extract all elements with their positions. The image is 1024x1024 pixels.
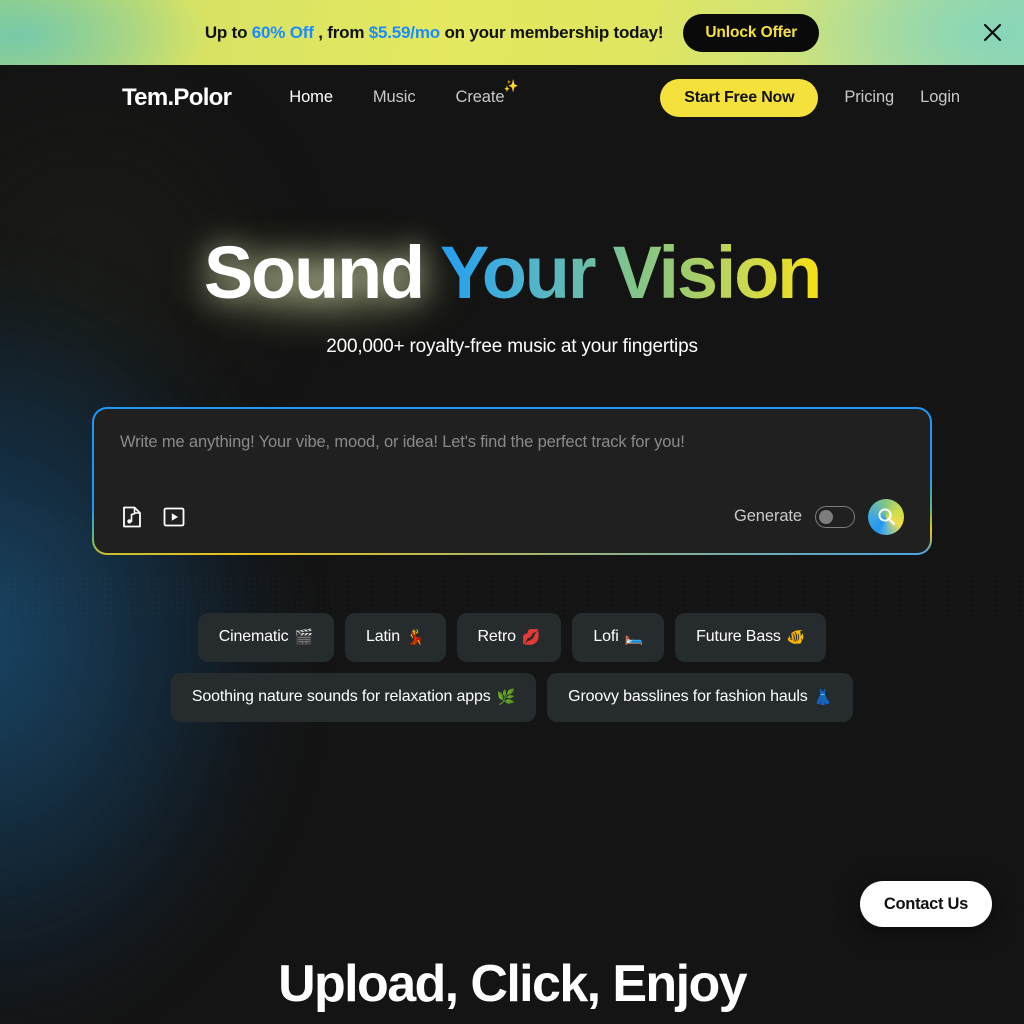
promo-suffix: on your membership today! <box>439 22 664 42</box>
chip-label: Retro <box>477 628 517 646</box>
nav-links: Home Music Create ✨ <box>289 80 519 107</box>
decorative-dot-pattern <box>0 575 1024 615</box>
dancer-icon: 💃 <box>405 628 425 646</box>
music-file-icon[interactable] <box>120 505 144 529</box>
search-input[interactable] <box>120 432 904 452</box>
search-actions: Generate <box>734 498 904 535</box>
landing-page: Up to 60% Off , from $5.59/mo on your me… <box>0 0 1024 1024</box>
chip-label: Latin <box>366 628 400 646</box>
suggestion-chip-row-1: Cinematic 🎬 Latin 💃 Retro 💋 Lofi 🛏️ Futu… <box>0 612 1024 662</box>
chip-label: Future Bass <box>696 628 781 646</box>
chip-groovy-basslines[interactable]: Groovy basslines for fashion hauls 👗 <box>547 672 854 722</box>
hero-title-white: Sound <box>203 231 425 314</box>
search-panel-inner: Generate <box>94 408 930 553</box>
nav-item-home[interactable]: Home <box>289 88 333 107</box>
hero-section: Sound Your Vision 200,000+ royalty-free … <box>0 234 1024 358</box>
chip-label: Lofi <box>593 628 619 646</box>
chip-retro[interactable]: Retro 💋 <box>456 612 562 662</box>
next-section: Upload, Click, Enjoy <box>0 955 1024 1013</box>
page-title: Sound Your Vision <box>203 231 823 314</box>
suggestion-chip-row-2: Soothing nature sounds for relaxation ap… <box>0 672 1024 722</box>
nav-item-create[interactable]: Create ✨ <box>455 80 519 107</box>
sparkles-icon: ✨ <box>503 79 519 93</box>
nav-item-home-label: Home <box>289 88 333 106</box>
promo-discount: 60% Off <box>251 22 314 42</box>
contact-us-button[interactable]: Contact Us <box>859 881 992 927</box>
nav-item-login[interactable]: Login <box>920 88 960 107</box>
chip-future-bass[interactable]: Future Bass 🐠 <box>675 612 827 662</box>
generate-toggle-knob <box>819 509 833 524</box>
nav-item-music[interactable]: Music <box>373 88 416 107</box>
search-toolbar: Generate <box>120 498 904 535</box>
kiss-mark-icon: 💋 <box>521 628 541 646</box>
promo-price: $5.59/mo <box>368 22 440 42</box>
nav-actions: Start Free Now Pricing Login <box>660 78 960 117</box>
chip-latin[interactable]: Latin 💃 <box>345 612 446 662</box>
unlock-offer-button[interactable]: Unlock Offer <box>683 13 820 52</box>
next-section-title: Upload, Click, Enjoy <box>278 955 747 1013</box>
promo-prefix: Up to <box>204 22 252 42</box>
dress-icon: 👗 <box>813 688 833 706</box>
search-panel: Generate <box>92 406 932 555</box>
tropical-fish-icon: 🐠 <box>786 628 806 646</box>
nav-item-pricing[interactable]: Pricing <box>844 88 894 107</box>
chip-label: Groovy basslines for fashion hauls <box>568 688 808 706</box>
hero-title-gradient: Your Vision <box>423 231 822 314</box>
video-file-icon[interactable] <box>162 505 186 529</box>
chip-label: Soothing nature sounds for relaxation ap… <box>191 688 491 706</box>
clapper-board-icon: 🎬 <box>294 628 314 646</box>
main-navigation: Tem.Polor Home Music Create ✨ Start Free… <box>0 65 1024 130</box>
bed-icon: 🛏️ <box>624 628 644 646</box>
chip-nature-sounds[interactable]: Soothing nature sounds for relaxation ap… <box>170 672 537 722</box>
nav-item-music-label: Music <box>372 88 416 106</box>
generate-label: Generate <box>734 507 802 526</box>
close-icon[interactable] <box>977 18 1007 48</box>
search-icon <box>877 508 895 526</box>
search-panel-wrapper: Generate <box>92 406 932 555</box>
chip-lofi[interactable]: Lofi 🛏️ <box>572 612 665 662</box>
promo-middle: , from <box>313 22 369 42</box>
suggestion-chips: Cinematic 🎬 Latin 💃 Retro 💋 Lofi 🛏️ Futu… <box>0 612 1024 722</box>
brand-logo[interactable]: Tem.Polor <box>122 84 232 112</box>
start-free-now-button[interactable]: Start Free Now <box>660 78 819 117</box>
hero-subtitle: 200,000+ royalty-free music at your fing… <box>326 335 698 357</box>
promo-banner-text: Up to 60% Off , from $5.59/mo on your me… <box>205 23 664 43</box>
generate-toggle[interactable] <box>815 505 855 528</box>
search-submit-button[interactable] <box>868 498 904 535</box>
hero-title-wrapper: Sound Your Vision <box>185 231 823 330</box>
chip-label: Cinematic <box>218 628 289 646</box>
promo-banner: Up to 60% Off , from $5.59/mo on your me… <box>0 0 1024 65</box>
herb-icon: 🌿 <box>496 688 516 706</box>
chip-cinematic[interactable]: Cinematic 🎬 <box>197 612 335 662</box>
nav-item-create-label: Create <box>455 88 505 106</box>
